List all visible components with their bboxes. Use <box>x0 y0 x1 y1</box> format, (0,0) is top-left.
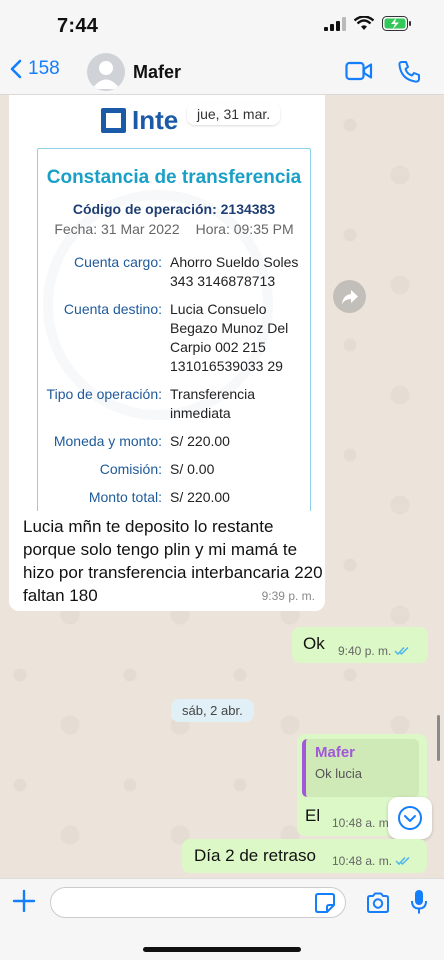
video-camera-icon <box>345 61 373 81</box>
transfer-receipt-image[interactable]: Inte jue, 31 mar. Constancia de transfer… <box>13 95 321 511</box>
operation-code: Código de operación: 2134383 <box>72 201 276 217</box>
input-bar <box>0 878 444 960</box>
double-check-icon <box>395 856 410 866</box>
message-time: 10:48 a. m. <box>332 816 393 830</box>
row-label: Tipo de operación: <box>46 386 162 402</box>
avatar[interactable] <box>87 53 125 91</box>
unread-count: 158 <box>28 58 60 79</box>
phone-call-button[interactable] <box>397 60 421 89</box>
row-label: Comisión: <box>99 461 162 477</box>
camera-icon <box>367 892 389 913</box>
receipt-row: Cuenta cargo: Ahorro Sueldo Soles 343 31… <box>38 253 310 291</box>
receipt-row: Tipo de operación: Transferencia inmedia… <box>38 385 310 423</box>
battery-icon <box>382 16 411 31</box>
row-value: Ahorro Sueldo Soles 343 3146878713 <box>170 254 299 289</box>
video-call-button[interactable] <box>345 60 373 87</box>
status-icons <box>324 16 412 31</box>
forward-arrow-icon <box>341 289 358 304</box>
sticker-button[interactable] <box>314 892 336 919</box>
camera-button[interactable] <box>366 892 390 918</box>
forward-button[interactable] <box>333 280 366 313</box>
message-text: Ok <box>303 634 325 653</box>
microphone-button[interactable] <box>410 889 428 920</box>
row-value: S/ 220.00 <box>170 489 230 505</box>
phone-icon <box>398 61 420 83</box>
row-label: Moneda y monto: <box>53 433 162 449</box>
row-label: Cuenta destino: <box>63 301 162 317</box>
contact-name[interactable]: Mafer <box>133 62 181 83</box>
microphone-icon <box>411 890 427 914</box>
message-text: El <box>305 806 321 825</box>
chevron-left-icon <box>10 59 22 79</box>
message-time: 9:39 p. m. <box>261 589 315 603</box>
logo-text: Inte <box>132 105 179 135</box>
wifi-icon <box>354 16 374 30</box>
outgoing-message[interactable]: Día 2 de retraso 10:48 a. m. <box>182 839 427 873</box>
receipt-title: Constancia de transferencia <box>46 167 302 188</box>
home-indicator <box>143 947 301 952</box>
message-time: 10:48 a. m. <box>332 854 393 868</box>
receipt-row: Comisión: S/ 0.00 <box>38 460 310 479</box>
chevron-down-circle-icon <box>398 806 422 830</box>
receipt-card: Constancia de transferencia Código de op… <box>37 148 311 511</box>
receipt-rows: Cuenta cargo: Ahorro Sueldo Soles 343 31… <box>38 253 310 507</box>
sticker-icon <box>315 893 335 913</box>
message-time: 9:40 p. m. <box>338 644 392 658</box>
receipt-date-line: Fecha: 31 Mar 2022 Hora: 09:35 PM <box>38 221 310 237</box>
message-text: Día 2 de retraso <box>194 846 316 865</box>
date-separator-pill: jue, 31 mar. <box>187 103 281 125</box>
attach-button[interactable] <box>12 889 36 918</box>
bank-logo: Inte <box>101 105 178 136</box>
receipt-date: Fecha: 31 Mar 2022 <box>54 221 180 237</box>
chat-scrollbar[interactable] <box>437 715 440 761</box>
logo-square-icon <box>101 108 126 133</box>
row-label: Monto total: <box>88 489 162 505</box>
receipt-row: Moneda y monto: S/ 220.00 <box>38 432 310 451</box>
quoted-message[interactable]: Mafer Ok lucia <box>302 739 419 797</box>
receipt-row: Cuenta destino: Lucia Consuelo Begazo Mu… <box>38 300 310 376</box>
back-button[interactable]: 158 <box>10 58 60 80</box>
plus-icon <box>12 889 36 913</box>
message-input[interactable] <box>50 887 346 918</box>
incoming-image-message[interactable]: Inte jue, 31 mar. Constancia de transfer… <box>9 95 325 611</box>
quoted-text: Ok lucia <box>315 766 362 781</box>
row-value: Lucia Consuelo Begazo Munoz Del Carpio 0… <box>170 301 289 374</box>
quoted-author: Mafer <box>315 744 356 761</box>
day-separator: sáb, 2 abr. <box>171 699 254 722</box>
message-meta: 10:48 a. m. <box>332 854 412 868</box>
chat-header: 158 Mafer <box>0 50 444 95</box>
message-meta: 9:40 p. m. <box>338 644 411 658</box>
row-label: Cuenta cargo: <box>74 254 162 270</box>
receipt-row: Monto total: S/ 220.00 <box>38 488 310 507</box>
row-value: Transferencia inmediata <box>170 386 256 421</box>
message-meta: 10:48 a. m. <box>332 816 392 830</box>
status-bar: 7:44 <box>0 0 444 50</box>
chat-area[interactable]: Inte jue, 31 mar. Constancia de transfer… <box>0 95 444 878</box>
person-icon <box>92 61 120 89</box>
scroll-to-bottom-button[interactable] <box>388 797 432 839</box>
receipt-hour: Hora: 09:35 PM <box>195 221 294 237</box>
row-value: S/ 220.00 <box>170 433 230 449</box>
outgoing-message[interactable]: Ok 9:40 p. m. <box>292 627 428 663</box>
status-time: 7:44 <box>57 15 99 37</box>
double-check-icon <box>394 646 409 656</box>
signal-icon <box>324 16 346 31</box>
row-value: S/ 0.00 <box>170 461 215 477</box>
